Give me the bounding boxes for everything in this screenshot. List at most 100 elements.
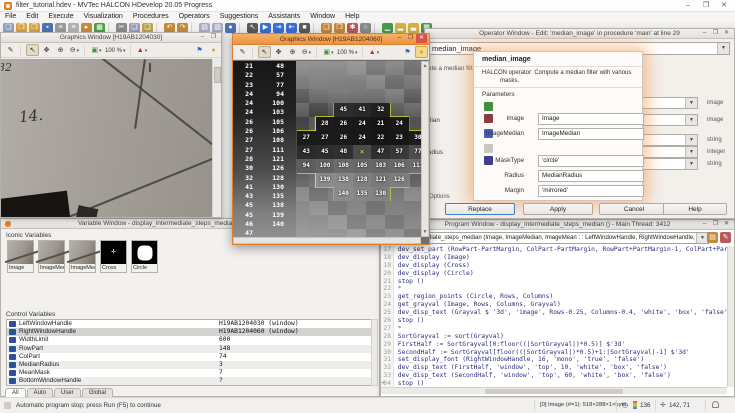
paste-icon[interactable]: ❑ — [142, 23, 153, 33]
code-line-31[interactable]: 31 set_display_font (RightWindowHandle, … — [381, 356, 727, 364]
gw2-pixel-canvas[interactable]: 2148225723772494241002410326105261062710… — [233, 61, 421, 237]
zoom-100-icon[interactable]: 100 %▾ — [336, 46, 359, 58]
stop-execution-icon[interactable]: ■ — [299, 23, 310, 33]
image-acquisition-icon[interactable]: ▦ — [94, 23, 105, 33]
gw2-close-button[interactable]: ✕ — [416, 34, 427, 43]
insert-line-icon[interactable]: ▤ — [199, 23, 210, 33]
code-line-33[interactable]: 33 dev_disp_text (SecondHalf, 'window', … — [381, 372, 727, 380]
code-line-18[interactable]: 18 dev_display (Image) — [381, 254, 727, 262]
control-variable-row[interactable]: RightWindowHandleH19AB1204060 (window) — [7, 328, 371, 336]
gw2-vertical-scrollbar[interactable]: ▲▼ — [421, 61, 429, 237]
code-line-21[interactable]: 21 stop () — [381, 278, 727, 286]
fit-image-icon[interactable]: ▣▾ — [322, 46, 335, 58]
variable-tab-all[interactable]: All — [5, 388, 26, 397]
fit-image-icon[interactable]: ▣▾ — [90, 44, 103, 56]
code-line-27[interactable]: 27 * — [381, 325, 727, 333]
new-program-icon[interactable]: ❏ — [3, 23, 14, 33]
code-line-26[interactable]: 26 stop () — [381, 317, 727, 325]
code-line-34[interactable]: ➜34 stop () — [381, 380, 727, 387]
cut-icon[interactable]: ✂ — [116, 23, 127, 33]
variable-tab-global[interactable]: Global — [82, 388, 113, 397]
export-code-icon[interactable]: ▸ — [81, 23, 92, 33]
procedure-combobox[interactable]: display_intermediate_steps_median (Image… — [383, 232, 709, 244]
param-input-margin[interactable]: 'mirrored' — [538, 185, 644, 197]
activate-lines-icon[interactable]: ❏ — [321, 23, 332, 33]
redo-icon[interactable]: ↷ — [177, 23, 188, 33]
open-program-icon[interactable]: ❐ — [16, 23, 27, 33]
app-minimize-button[interactable]: – — [679, 0, 697, 11]
iconic-variable-imagemed[interactable]: ImageMed — [38, 240, 65, 273]
control-variable-row[interactable]: MedianRadius3 — [7, 361, 371, 369]
control-variable-row[interactable]: ColPart74 — [7, 353, 371, 361]
zoom-out-icon[interactable]: ⊖▾ — [68, 44, 81, 56]
notification-bell-icon[interactable] — [712, 401, 719, 408]
menu-operators[interactable]: Operators — [174, 12, 215, 22]
app-close-button[interactable]: ✕ — [715, 0, 733, 11]
control-variable-row[interactable]: BottomWindowHandle? — [7, 377, 371, 385]
zoom-in-icon[interactable]: ⊕ — [54, 44, 67, 56]
feature-histogram-icon[interactable]: ▂ — [395, 23, 406, 33]
menu-file[interactable]: File — [0, 12, 21, 22]
code-line-30[interactable]: 30 SecondHalf := SortGrayval[floor((|Sor… — [381, 349, 727, 357]
plot-3d-icon[interactable]: ▲▾ — [136, 44, 149, 56]
gw1-maximize-button[interactable]: ❐ — [208, 33, 219, 42]
code-line-17[interactable]: 17 dev_set_part (RowPart-PartMargin, Col… — [381, 246, 727, 254]
menu-suggestions[interactable]: Suggestions — [215, 12, 264, 22]
param-input-radius[interactable]: MedianRadius — [538, 170, 644, 182]
print-setup-icon[interactable]: ≡ — [68, 23, 79, 33]
code-vertical-scrollbar[interactable] — [727, 246, 734, 387]
program-minimize-button[interactable]: – — [699, 220, 710, 229]
clear-windows-icon[interactable]: ○ — [360, 23, 371, 33]
copy-icon[interactable]: ❏ — [129, 23, 140, 33]
code-line-19[interactable]: 19 dev_display (Cross) — [381, 262, 727, 270]
undo-icon[interactable]: ↶ — [164, 23, 175, 33]
operator-window-titlebar[interactable]: Operator Window - Edit: 'median_image' i… — [425, 29, 734, 39]
code-line-25[interactable]: 25 dev_disp_text (Grayval $ '3d', 'image… — [381, 309, 727, 317]
code-line-29[interactable]: 29 FirstHalf := SortGrayval[0:floor((|So… — [381, 341, 727, 349]
operator-minimize-button[interactable]: – — [699, 29, 710, 38]
graphics-window-right-titlebar[interactable]: Graphics Window [H19AB1204060] – ❐ ✕ — [233, 34, 429, 45]
control-variable-row[interactable]: LeftWindowHandleH19AB1204030 (window) — [7, 320, 371, 328]
step-over-icon[interactable]: ⇥ — [273, 23, 284, 33]
lightbulb-icon[interactable]: ● — [415, 46, 428, 58]
deactivate-lines-icon[interactable]: ❐ — [334, 23, 345, 33]
iconic-variable-imagemea[interactable]: ImageMea — [69, 240, 96, 273]
zoom-in-icon[interactable]: ⊕ — [286, 46, 299, 58]
step-into-icon[interactable]: ⇤ — [286, 23, 297, 33]
menu-execute[interactable]: Execute — [43, 12, 78, 22]
operator-maximize-button[interactable]: ❐ — [710, 29, 721, 38]
program-maximize-button[interactable]: ❐ — [710, 220, 721, 229]
iconic-variable-cross[interactable]: ✛Cross — [100, 240, 127, 273]
suggestions-icon[interactable]: ● — [225, 23, 236, 33]
pan-hand-icon[interactable]: ✥ — [272, 46, 285, 58]
iconic-variable-image[interactable]: Image — [7, 240, 34, 273]
print-icon[interactable]: ≡ — [55, 23, 66, 33]
gw1-vertical-scrollbar[interactable] — [212, 59, 221, 217]
variable-tab-auto[interactable]: Auto — [27, 388, 53, 397]
code-line-28[interactable]: 28 SortGrayval := sort(Grayval) — [381, 333, 727, 341]
draw-icon[interactable]: ✎ — [4, 44, 17, 56]
menu-window[interactable]: Window — [305, 12, 340, 22]
plot-3d-icon[interactable]: ▲▾ — [368, 46, 381, 58]
gw2-maximize-button[interactable]: ❐ — [405, 34, 416, 43]
zoom-out-icon[interactable]: ⊖▾ — [300, 46, 313, 58]
gray-histogram-icon[interactable]: ▁ — [382, 23, 393, 33]
select-arrow-icon[interactable]: ↖ — [26, 44, 39, 56]
reset-program-icon[interactable]: ✱ — [347, 23, 358, 33]
app-maximize-button[interactable]: ❐ — [697, 0, 715, 11]
control-variable-row[interactable]: WidthLimit600 — [7, 336, 371, 344]
delete-line-icon[interactable]: ▥ — [212, 23, 223, 33]
select-arrow-icon[interactable]: ↖ — [258, 46, 271, 58]
save-icon[interactable]: ▪ — [42, 23, 53, 33]
param-input-imagemedian[interactable]: ImageMedian — [538, 128, 644, 140]
code-line-22[interactable]: 22 * — [381, 285, 727, 293]
gw2-minimize-button[interactable]: – — [394, 34, 405, 43]
flag-icon[interactable]: ⚑ — [401, 46, 414, 58]
program-window-titlebar[interactable]: Program Window - display_intermediate_st… — [381, 220, 734, 230]
gw1-image-canvas[interactable]: 32 14. — [1, 59, 212, 217]
zoom-100-icon[interactable]: 100 %▾ — [104, 44, 127, 56]
variable-tab-user[interactable]: User — [54, 388, 81, 397]
menu-edit[interactable]: Edit — [21, 12, 43, 22]
pan-hand-icon[interactable]: ✥ — [40, 44, 53, 56]
set-program-counter-icon[interactable]: ↖ — [247, 23, 258, 33]
